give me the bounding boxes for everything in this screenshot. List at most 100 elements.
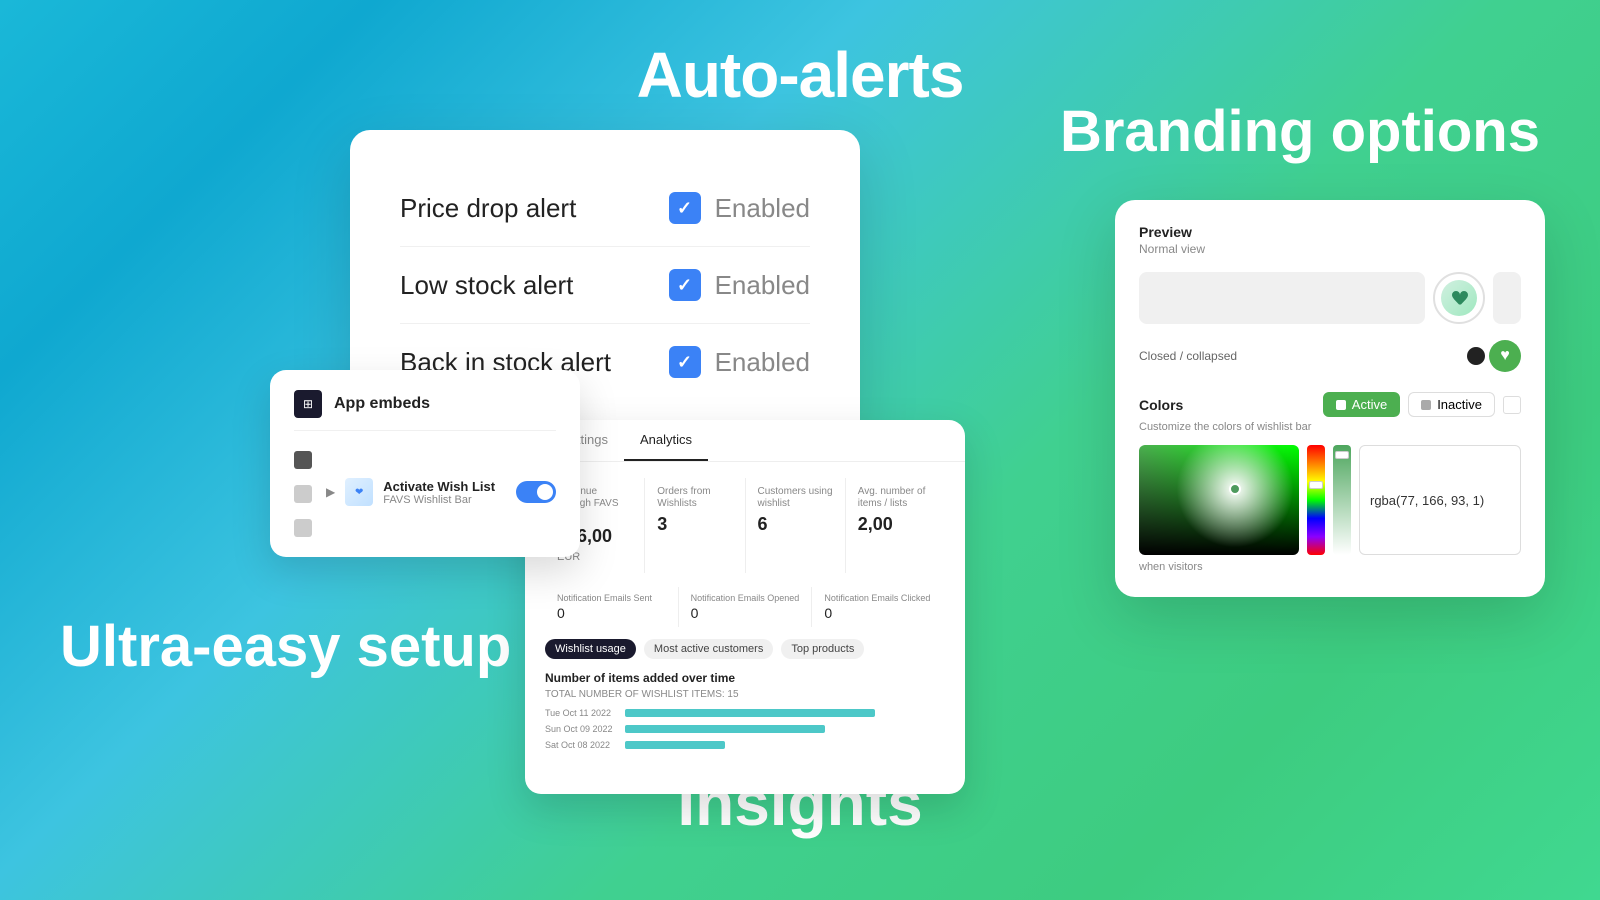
alert-row-stock: Low stock alert Enabled — [400, 247, 810, 324]
subtab-wishlist[interactable]: Wishlist usage — [545, 639, 636, 659]
analytics-subtabs: Wishlist usage Most active customers Top… — [545, 639, 945, 659]
color-spectrum[interactable] — [1139, 445, 1299, 555]
active-toggle[interactable]: Active — [1323, 392, 1400, 417]
embeds-body: ▶ ❤ Activate Wish List FAVS Wishlist Bar — [294, 447, 556, 537]
notif-clicked-value: 0 — [824, 605, 933, 621]
embed-item-left: ▶ ❤ Activate Wish List FAVS Wishlist Bar — [326, 478, 495, 506]
alert-right-stock: Enabled — [669, 269, 810, 301]
embeds-card: ⊞ App embeds ▶ ❤ Activate Wish List FAVS… — [270, 370, 580, 557]
chart-subtitle: TOTAL NUMBER OF WISHLIST ITEMS: 15 — [545, 689, 945, 700]
notif-sent: Notification Emails Sent 0 — [545, 587, 679, 627]
color-toggle-checkbox[interactable] — [1503, 396, 1521, 414]
collapsed-icons: ♥ — [1467, 340, 1521, 372]
alpha-cursor — [1335, 451, 1349, 459]
embeds-icon: ⊞ — [294, 390, 322, 418]
subtab-customers[interactable]: Most active customers — [644, 639, 773, 659]
chart-date-2: Sun Oct 09 2022 — [545, 724, 625, 734]
stat-customers: Customers using wishlist 6 — [746, 478, 846, 573]
chart-title: Number of items added over time — [545, 671, 945, 685]
embeds-icon-glyph: ⊞ — [303, 397, 313, 411]
colors-toggles: Active Inactive — [1323, 392, 1521, 417]
branding-card: Preview Normal view Closed / collapsed ♥… — [1115, 200, 1545, 597]
embed-item: ▶ ❤ Activate Wish List FAVS Wishlist Bar — [326, 447, 556, 537]
analytics-body: Revenue through FAVS app £76,00 EUR Orde… — [525, 462, 965, 794]
alert-status-back: Enabled — [715, 347, 810, 378]
subtab-products[interactable]: Top products — [781, 639, 864, 659]
preview-header: Preview Normal view — [1139, 224, 1521, 256]
stat-customers-value: 6 — [758, 514, 833, 535]
stat-customers-label: Customers using wishlist — [758, 486, 833, 510]
active-toggle-label: Active — [1352, 397, 1387, 412]
chart-bar-1 — [625, 709, 875, 717]
spectrum-cursor — [1229, 483, 1241, 495]
sidebar-icon-1 — [294, 451, 312, 469]
active-toggle-dot — [1336, 400, 1346, 410]
chart-area: Tue Oct 11 2022 Sun Oct 09 2022 Sat Oct … — [545, 708, 945, 778]
inactive-toggle-dot — [1421, 400, 1431, 410]
colors-sub: Customize the colors of wishlist bar — [1139, 421, 1521, 433]
dot-black — [1467, 347, 1485, 365]
hue-cursor — [1309, 481, 1323, 489]
stat-orders-value: 3 — [657, 514, 732, 535]
sidebar-icons — [294, 447, 312, 537]
rgba-input[interactable] — [1359, 445, 1521, 555]
embeds-header: ⊞ App embeds — [294, 390, 556, 431]
checkbox-stock[interactable] — [669, 269, 701, 301]
stat-orders-label: Orders from Wishlists — [657, 486, 732, 510]
alpha-bar[interactable] — [1333, 445, 1351, 555]
embed-chevron: ▶ — [326, 485, 335, 499]
alert-status-stock: Enabled — [715, 270, 810, 301]
stat-avg-value: 2,00 — [858, 514, 933, 535]
alert-label-price: Price drop alert — [400, 193, 576, 224]
colors-title: Colors — [1139, 397, 1183, 413]
stat-avg: Avg. number of items / lists 2,00 — [846, 478, 945, 573]
preview-normal-row — [1139, 272, 1521, 324]
stat-avg-label: Avg. number of items / lists — [858, 486, 933, 510]
alert-right-back: Enabled — [669, 346, 810, 378]
logo-inner — [1441, 280, 1477, 316]
preview-logo-circle — [1433, 272, 1485, 324]
color-picker-area — [1139, 445, 1521, 555]
colors-section: Colors Active Inactive Customize the col… — [1139, 392, 1521, 573]
colors-header: Colors Active Inactive — [1139, 392, 1521, 417]
auto-alerts-title: Auto-alerts — [637, 38, 964, 112]
checkbox-price[interactable] — [669, 192, 701, 224]
inactive-toggle-label: Inactive — [1437, 397, 1482, 412]
collapsed-label: Closed / collapsed — [1139, 349, 1457, 363]
notif-sent-label: Notification Emails Sent — [557, 593, 666, 603]
hue-bar[interactable] — [1307, 445, 1325, 555]
notif-clicked: Notification Emails Clicked 0 — [812, 587, 945, 627]
chart-bar-3 — [625, 741, 725, 749]
sidebar-icon-2 — [294, 485, 312, 503]
setup-title: Ultra-easy setup — [60, 613, 511, 680]
preview-partial — [1493, 272, 1521, 324]
preview-label: Preview — [1139, 224, 1192, 240]
chart-row-2: Sun Oct 09 2022 — [545, 724, 945, 734]
notif-opened: Notification Emails Opened 0 — [679, 587, 813, 627]
alert-label-stock: Low stock alert — [400, 270, 573, 301]
notif-clicked-label: Notification Emails Clicked — [824, 593, 933, 603]
embed-toggle[interactable] — [516, 481, 556, 503]
checkbox-back[interactable] — [669, 346, 701, 378]
alert-right-price: Enabled — [669, 192, 810, 224]
stat-orders: Orders from Wishlists 3 — [645, 478, 745, 573]
analytics-card: Settings Analytics Revenue through FAVS … — [525, 420, 965, 794]
notif-opened-label: Notification Emails Opened — [691, 593, 800, 603]
collapsed-row: Closed / collapsed ♥ — [1139, 340, 1521, 372]
sidebar-icon-3 — [294, 519, 312, 537]
chart-bar-2 — [625, 725, 825, 733]
notif-row: Notification Emails Sent 0 Notification … — [545, 587, 945, 627]
branding-options-title: Branding options — [1060, 100, 1540, 164]
tab-analytics[interactable]: Analytics — [624, 420, 708, 461]
inactive-toggle[interactable]: Inactive — [1408, 392, 1495, 417]
notif-sent-value: 0 — [557, 605, 666, 621]
alert-row-price: Price drop alert Enabled — [400, 170, 810, 247]
embed-info: Activate Wish List FAVS Wishlist Bar — [383, 479, 495, 506]
when-visitors-text: when visitors — [1139, 561, 1521, 573]
chart-row-1: Tue Oct 11 2022 — [545, 708, 945, 718]
chart-row-3: Sat Oct 08 2022 — [545, 740, 945, 750]
stats-row: Revenue through FAVS app £76,00 EUR Orde… — [545, 478, 945, 573]
embed-sub: FAVS Wishlist Bar — [383, 494, 495, 506]
preview-bar — [1139, 272, 1425, 324]
embeds-title-text: App embeds — [334, 395, 430, 413]
